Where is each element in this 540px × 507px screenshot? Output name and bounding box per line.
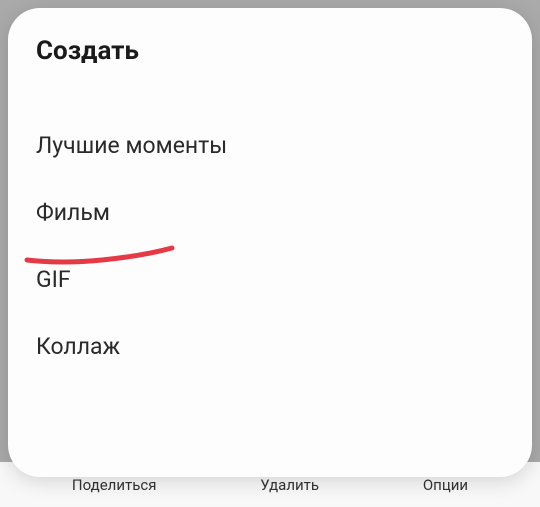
bg-action-options: Опции xyxy=(423,476,468,494)
menu-item-gif[interactable]: GIF xyxy=(36,246,504,313)
menu-item-collage[interactable]: Коллаж xyxy=(36,313,504,380)
create-modal: Создать Лучшие моменты Фильм GIF Коллаж xyxy=(8,8,532,477)
bg-action-share: Поделиться xyxy=(72,476,157,494)
menu-list: Лучшие моменты Фильм GIF Коллаж xyxy=(36,112,504,380)
modal-title: Создать xyxy=(36,36,504,66)
menu-item-movie[interactable]: Фильм xyxy=(36,179,504,246)
bg-action-delete: Удалить xyxy=(260,476,319,494)
menu-item-highlights[interactable]: Лучшие моменты xyxy=(36,112,504,179)
